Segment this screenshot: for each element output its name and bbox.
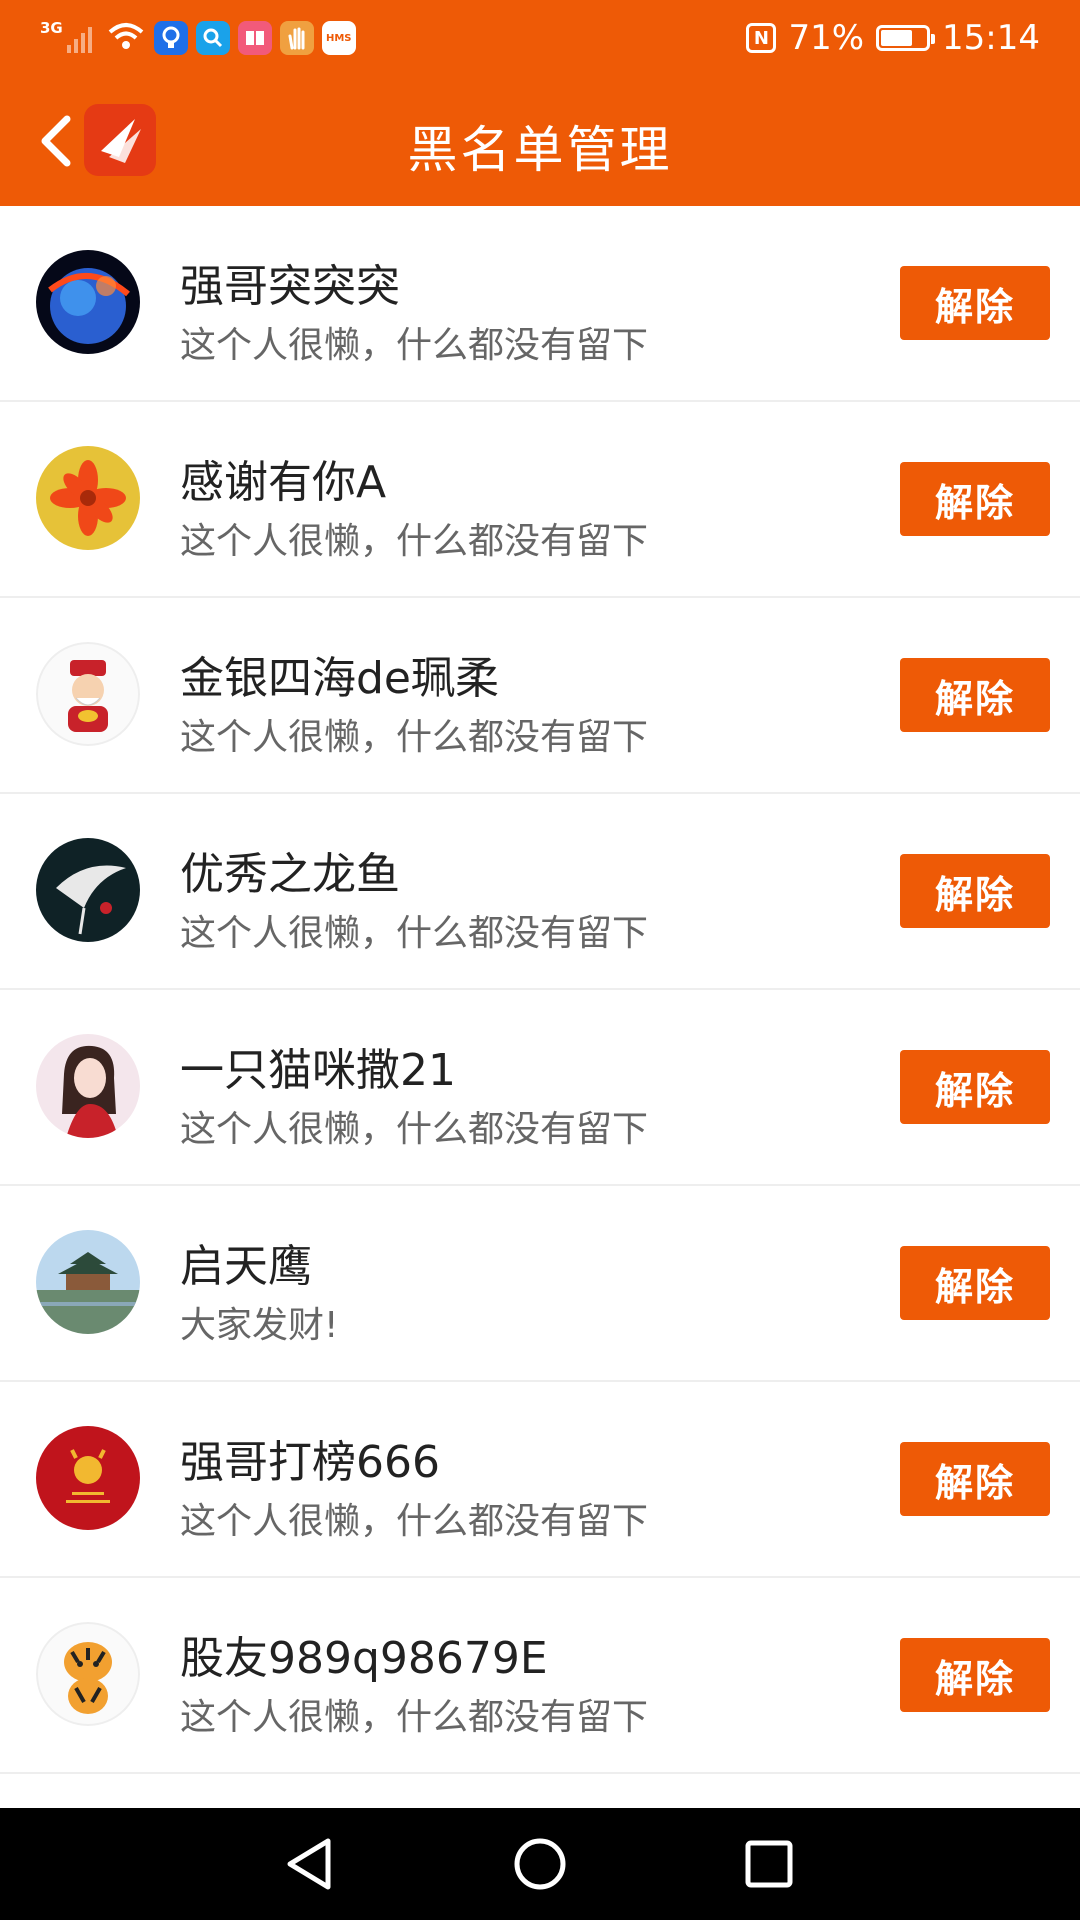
- unblock-button[interactable]: 解除: [900, 658, 1050, 732]
- user-signature: 这个人很懒，什么都没有留下: [180, 521, 649, 562]
- user-signature: 这个人很懒，什么都没有留下: [180, 1697, 649, 1738]
- user-signature: 大家发财!: [180, 1305, 339, 1346]
- user-signature: 这个人很懒，什么都没有留下: [180, 1501, 649, 1542]
- list-item: 感谢有你A 这个人很懒，什么都没有留下 解除: [0, 402, 1080, 598]
- unblock-button[interactable]: 解除: [900, 1050, 1050, 1124]
- user-signature: 这个人很懒，什么都没有留下: [180, 325, 649, 366]
- network-type: 3G: [40, 19, 63, 37]
- list-item: 股友989q98679E 这个人很懒，什么都没有留下 解除: [0, 1578, 1080, 1774]
- avatar[interactable]: [36, 1230, 140, 1334]
- list-item: 优秀之龙鱼 这个人很懒，什么都没有留下 解除: [0, 794, 1080, 990]
- user-name: 优秀之龙鱼: [180, 849, 400, 900]
- blacklist-list: 强哥突突突 这个人很懒，什么都没有留下 解除 感谢有你A 这个人很懒，什么都没有…: [0, 206, 1080, 1774]
- nav-recents-button[interactable]: [739, 1834, 799, 1894]
- list-item: 金银四海de珮柔 这个人很懒，什么都没有留下 解除: [0, 598, 1080, 794]
- user-name: 感谢有你A: [180, 457, 387, 508]
- book-app-icon: [237, 21, 272, 55]
- user-name: 金银四海de珮柔: [180, 653, 499, 704]
- list-item: 一只猫咪撒21 这个人很懒，什么都没有留下 解除: [0, 990, 1080, 1186]
- nav-home-button[interactable]: [510, 1834, 570, 1894]
- user-signature: 这个人很懒，什么都没有留下: [180, 913, 649, 954]
- nav-back-button[interactable]: [279, 1834, 339, 1894]
- unblock-button[interactable]: 解除: [900, 854, 1050, 928]
- user-name: 启天鹰: [180, 1241, 312, 1292]
- avatar[interactable]: [36, 1622, 140, 1726]
- avatar[interactable]: [36, 1426, 140, 1530]
- unblock-button[interactable]: 解除: [900, 1442, 1050, 1516]
- list-item: 强哥打榜666 这个人很懒，什么都没有留下 解除: [0, 1382, 1080, 1578]
- list-item: 强哥突突突 这个人很懒，什么都没有留下 解除: [0, 206, 1080, 402]
- avatar[interactable]: [36, 1034, 140, 1138]
- user-name: 强哥突突突: [180, 261, 400, 312]
- battery-percent: 71%: [788, 18, 865, 58]
- signal-icon: [66, 23, 92, 53]
- wifi-icon: [106, 20, 146, 56]
- avatar[interactable]: [36, 838, 140, 942]
- square-recents-icon: [745, 1840, 793, 1888]
- user-name: 一只猫咪撒21: [180, 1045, 456, 1096]
- unblock-button[interactable]: 解除: [900, 462, 1050, 536]
- list-item: 启天鹰 大家发财! 解除: [0, 1186, 1080, 1382]
- unblock-button[interactable]: 解除: [900, 266, 1050, 340]
- battery-icon: [876, 25, 936, 51]
- avatar[interactable]: [36, 642, 140, 746]
- circle-home-icon: [514, 1838, 566, 1890]
- user-name: 强哥打榜666: [180, 1437, 440, 1488]
- user-signature: 这个人很懒，什么都没有留下: [180, 1109, 649, 1150]
- avatar[interactable]: [36, 250, 140, 354]
- hand-app-icon: [279, 21, 314, 55]
- title-bar: 黑名单管理: [0, 76, 1080, 206]
- page-title: 黑名单管理: [407, 121, 673, 179]
- status-bar: 3G HMS N 71% 15:14: [0, 0, 1080, 76]
- search-app-icon: [195, 21, 230, 55]
- nfc-icon: N: [746, 23, 777, 53]
- bulb-app-icon: [153, 21, 188, 55]
- system-nav-bar: [0, 1808, 1080, 1920]
- unblock-button[interactable]: 解除: [900, 1638, 1050, 1712]
- user-name: 股友989q98679E: [180, 1633, 548, 1684]
- hms-app-icon: HMS: [321, 21, 356, 55]
- clock: 15:14: [942, 18, 1040, 58]
- status-left: 3G HMS: [40, 14, 356, 62]
- status-right: N 71% 15:14: [746, 14, 1040, 62]
- unblock-button[interactable]: 解除: [900, 1246, 1050, 1320]
- user-signature: 这个人很懒，什么都没有留下: [180, 717, 649, 758]
- avatar[interactable]: [36, 446, 140, 550]
- triangle-back-icon: [287, 1838, 331, 1890]
